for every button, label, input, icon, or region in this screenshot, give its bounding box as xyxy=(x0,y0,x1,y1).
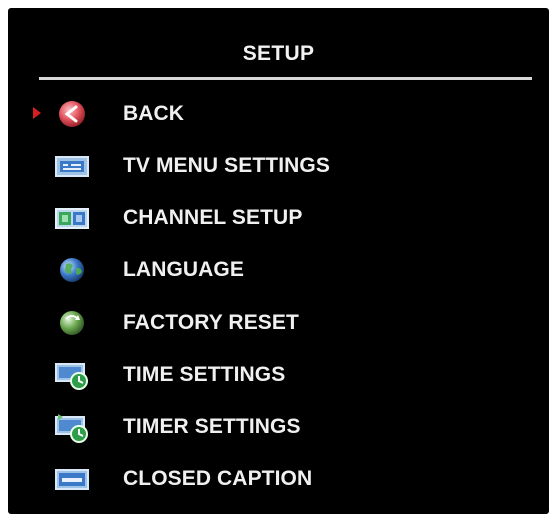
menu-item-time-settings[interactable]: TIME SETTINGS xyxy=(8,356,549,396)
menu-item-factory-reset[interactable]: FACTORY RESET xyxy=(8,304,549,344)
time-settings-icon xyxy=(54,359,90,391)
factory-reset-icon xyxy=(54,307,90,339)
globe-icon xyxy=(54,254,90,286)
menu-item-tv-menu-settings[interactable]: TV MENU SETTINGS xyxy=(8,147,549,187)
menu-item-label: TIMER SETTINGS xyxy=(123,415,301,438)
setup-menu: BACK TV MENU SETTINGS CHANNEL SETUP LANG… xyxy=(8,8,549,514)
menu-item-channel-setup[interactable]: CHANNEL SETUP xyxy=(8,199,549,239)
setup-osd-panel: SETUP BACK TV MENU SETTINGS CHANNEL SETU… xyxy=(8,8,549,514)
timer-settings-icon xyxy=(54,411,90,443)
menu-item-label: CHANNEL SETUP xyxy=(123,206,303,229)
selection-arrow-icon xyxy=(31,105,43,121)
menu-item-language[interactable]: LANGUAGE xyxy=(8,251,549,291)
menu-item-label: TIME SETTINGS xyxy=(123,363,286,386)
tv-menu-icon xyxy=(54,150,90,182)
menu-item-label: FACTORY RESET xyxy=(123,311,299,334)
menu-item-timer-settings[interactable]: TIMER SETTINGS xyxy=(8,408,549,448)
menu-item-label: CLOSED CAPTION xyxy=(123,467,313,490)
closed-caption-icon xyxy=(54,463,90,495)
menu-item-closed-caption[interactable]: CLOSED CAPTION xyxy=(8,460,549,500)
menu-item-label: LANGUAGE xyxy=(123,258,244,281)
menu-item-label: TV MENU SETTINGS xyxy=(123,154,330,177)
back-icon xyxy=(54,98,90,130)
menu-item-label: BACK xyxy=(123,102,185,125)
channel-setup-icon xyxy=(54,202,90,234)
menu-item-back[interactable]: BACK xyxy=(8,95,549,135)
